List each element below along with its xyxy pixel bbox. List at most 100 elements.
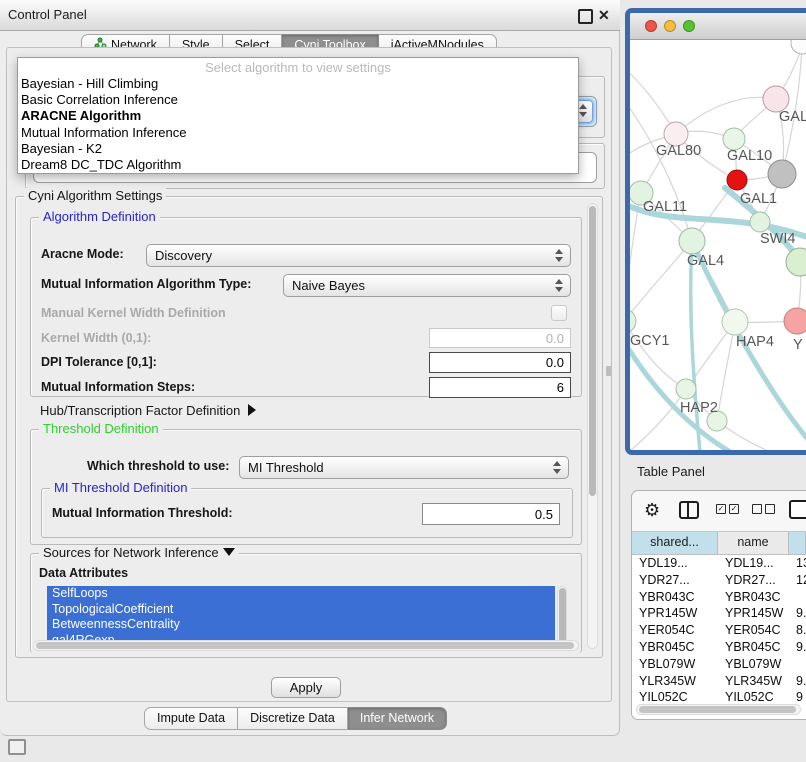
tab-infer-network[interactable]: Infer Network — [348, 707, 447, 730]
mi-threshold-input[interactable] — [422, 503, 560, 525]
column-header-cut[interactable] — [789, 532, 806, 554]
graph-node[interactable] — [722, 309, 748, 335]
table-body: YDL19...YDL19...13YDR27...YDR27...12YBR0… — [632, 555, 806, 720]
minimized-panel-icon[interactable] — [8, 739, 26, 755]
mi-threshold-group: MI Threshold Definition Mutual Informati… — [41, 488, 573, 538]
kernel-width-input[interactable] — [429, 328, 571, 348]
graph-node[interactable] — [723, 128, 745, 150]
data-attributes-label: Data Attributes — [39, 566, 128, 580]
network-canvas[interactable]: GALGAL80GAL10GAL1GAL11SWI4GAL4GCY1HAP4YH… — [630, 40, 806, 451]
graph-node[interactable] — [791, 40, 806, 54]
graph-node[interactable] — [786, 248, 806, 276]
algorithm-option[interactable]: Dream8 DC_TDC Algorithm — [18, 157, 578, 173]
manual-kernel-checkbox[interactable] — [551, 305, 567, 321]
tab-label: Impute Data — [157, 707, 225, 730]
stepper-arrows-icon — [555, 279, 564, 292]
table-row[interactable]: YBR045CYBR045C9. — [632, 639, 806, 656]
aracne-mode-combo[interactable]: Discovery — [146, 244, 571, 267]
hub-definition-toggle[interactable]: Hub/Transcription Factor Definition — [40, 403, 256, 418]
graph-node[interactable] — [727, 170, 747, 190]
graph-node[interactable] — [630, 309, 636, 333]
attribute-item[interactable]: TopologicalCoefficient — [47, 602, 555, 618]
manual-kernel-label: Manual Kernel Width Definition — [41, 306, 226, 320]
table-cell: 9. — [789, 605, 806, 622]
mi-steps-input[interactable] — [429, 377, 571, 398]
attribute-item[interactable]: BetweennessCentrality — [47, 617, 555, 633]
algorithm-option[interactable]: Bayesian - Hill Climbing — [18, 76, 578, 92]
graph-edge[interactable] — [691, 241, 700, 451]
table-cell: YER054C — [718, 622, 789, 639]
algorithm-list: Bayesian - Hill ClimbingBasic Correlatio… — [18, 76, 578, 173]
float-window-icon[interactable] — [578, 9, 593, 24]
close-traffic-light[interactable] — [645, 20, 657, 32]
algorithm-option[interactable]: ARACNE Algorithm — [18, 108, 578, 124]
settings-scrollbar[interactable] — [587, 203, 598, 649]
stepper-arrows-icon — [553, 461, 562, 474]
add-column-icon[interactable] — [789, 500, 806, 519]
graph-node[interactable] — [768, 160, 796, 188]
graph-node-label: Y — [793, 337, 803, 353]
table-cell: YDR27... — [632, 572, 718, 589]
control-panel-title: Control Panel — [8, 0, 87, 30]
table-cell: 13 — [789, 555, 806, 572]
table-row[interactable]: YDL19...YDL19...13 — [632, 555, 806, 572]
table-row[interactable]: YDR27...YDR27...12 — [632, 572, 806, 589]
table-cell: 8. — [789, 622, 806, 639]
graph-node[interactable] — [679, 228, 705, 254]
graph-edge[interactable] — [630, 241, 692, 321]
table-cell: YLR345W — [632, 673, 718, 690]
graph-edge[interactable] — [717, 322, 735, 421]
threshold-definition-group: Threshold Definition Which threshold to … — [30, 429, 582, 545]
stepper-arrows-icon — [555, 249, 564, 262]
table-row[interactable]: YBR043CYBR043C — [632, 589, 806, 606]
tab-discretize-data[interactable]: Discretize Data — [238, 707, 348, 730]
table-cell: 9. — [789, 673, 806, 690]
graph-node[interactable] — [750, 212, 770, 232]
apply-button[interactable]: Apply — [271, 677, 341, 698]
tab-impute-data[interactable]: Impute Data — [144, 707, 238, 730]
table-cell: YLR345W — [718, 673, 789, 690]
minimize-traffic-light[interactable] — [664, 20, 676, 32]
close-icon[interactable]: ✕ — [598, 5, 610, 25]
expand-arrow-icon — [248, 404, 256, 416]
column-header-name[interactable]: name — [718, 532, 789, 554]
select-all-columns-icon[interactable]: ✓✓ — [716, 504, 739, 514]
table-row[interactable]: YLR345WYLR345W9. — [632, 673, 806, 690]
attribute-item[interactable]: SelfLoops — [47, 586, 555, 602]
kernel-width-label: Kernel Width (0,1): — [41, 331, 151, 345]
graph-edge[interactable] — [717, 421, 806, 451]
columns-icon[interactable] — [679, 501, 699, 519]
zoom-traffic-light[interactable] — [683, 20, 695, 32]
cyni-algorithm-settings-group: Cyni Algorithm Settings Algorithm Defini… — [15, 196, 603, 658]
algorithm-option[interactable]: Basic Correlation Inference — [18, 92, 578, 108]
panel-splitter-handle[interactable] — [606, 366, 611, 376]
algorithm-option[interactable]: Mutual Information Inference — [18, 125, 578, 141]
sources-group-title[interactable]: Sources for Network Inference — [39, 545, 239, 560]
attributes-hscrollbar[interactable] — [33, 640, 579, 651]
graph-edge[interactable] — [676, 97, 776, 134]
which-threshold-combo[interactable]: MI Threshold — [239, 456, 569, 479]
tab-label: Infer Network — [360, 707, 434, 730]
table-cell: 12 — [789, 572, 806, 589]
table-hscrollbar[interactable] — [636, 704, 801, 715]
algorithm-definition-group: Algorithm Definition Aracne Mode: Discov… — [30, 217, 582, 397]
graph-edge[interactable] — [630, 335, 806, 451]
dpi-tolerance-label: DPI Tolerance [0,1]: — [41, 355, 157, 369]
attributes-vscrollbar[interactable] — [557, 586, 567, 648]
deselect-all-columns-icon[interactable] — [752, 504, 775, 514]
table-row[interactable]: YER054CYER054C8. — [632, 622, 806, 639]
mi-type-combo[interactable]: Naive Bayes — [283, 274, 571, 297]
graph-edge[interactable] — [630, 321, 686, 389]
graph-node[interactable] — [676, 379, 696, 399]
dpi-tolerance-input[interactable] — [429, 352, 571, 373]
gear-icon[interactable]: ⚙ — [644, 499, 660, 521]
column-header-shared...[interactable]: shared... — [632, 532, 718, 554]
table-cell: YDL19... — [718, 555, 789, 572]
algorithm-option[interactable]: Bayesian - K2 — [18, 141, 578, 157]
table-row[interactable]: YPR145WYPR145W9. — [632, 605, 806, 622]
graph-node-label: GAL4 — [687, 253, 724, 269]
graph-edge[interactable] — [630, 389, 686, 451]
table-row[interactable]: YBL079WYBL079W — [632, 656, 806, 673]
network-window-titlebar[interactable] — [630, 13, 806, 40]
graph-node[interactable] — [784, 308, 806, 334]
